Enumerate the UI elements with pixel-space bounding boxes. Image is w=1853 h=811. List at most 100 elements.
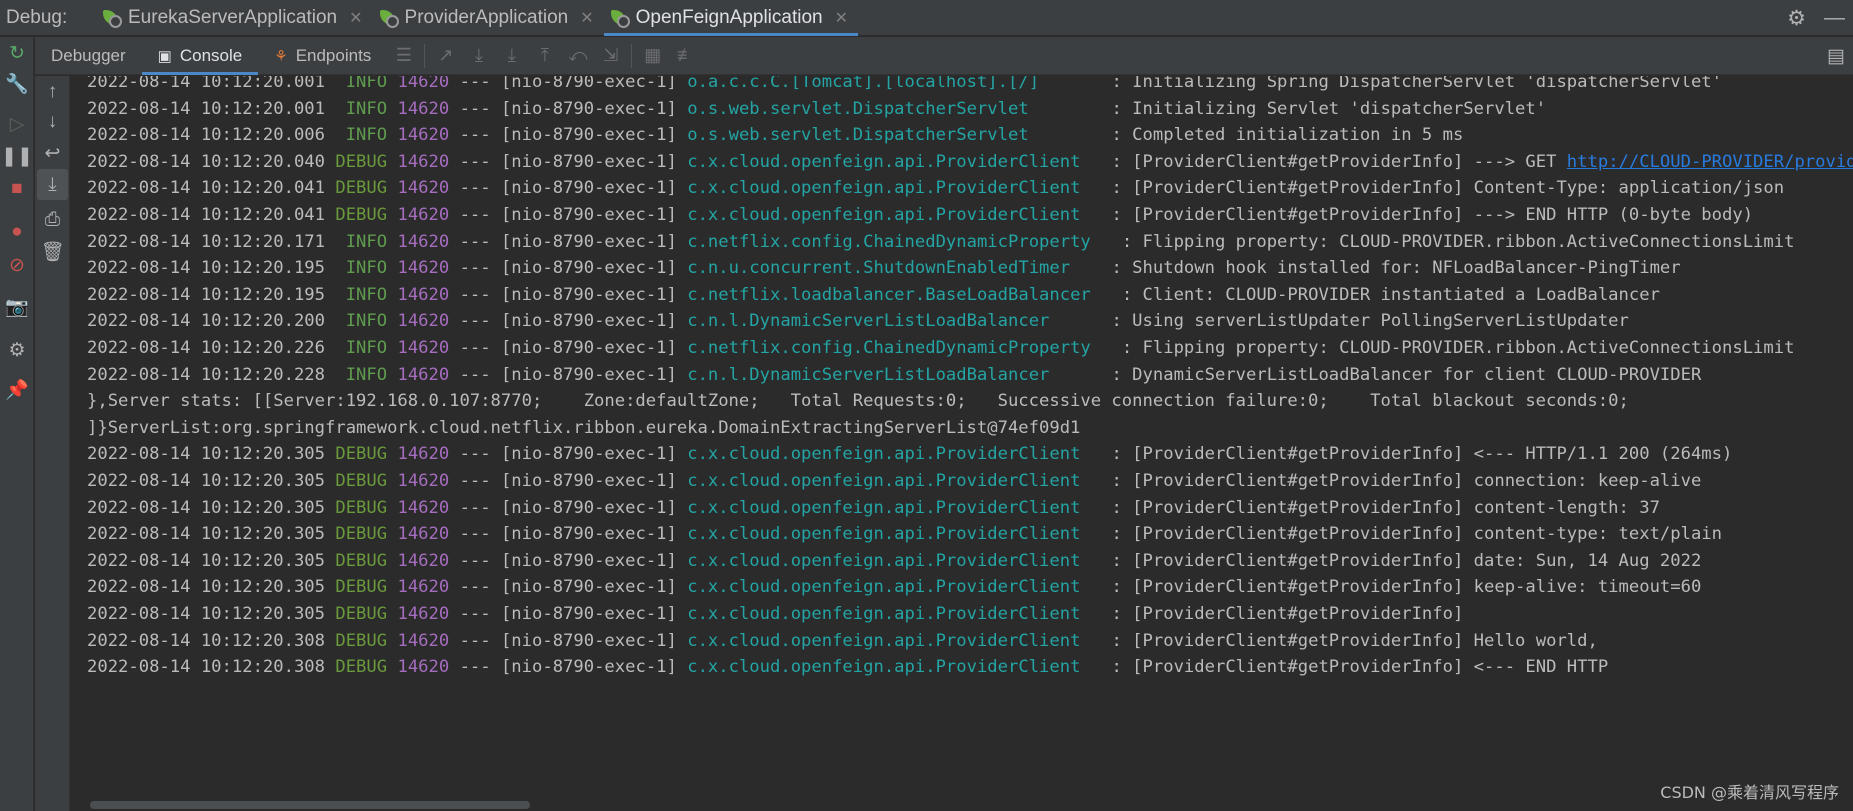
step-over-icon[interactable]: ⤓: [462, 37, 495, 75]
debug-actions-toolbar: ↻ 🔧 ▷ ❚❚ ■ ● ⊘ 📷 ⚙ 📌: [0, 37, 34, 811]
scroll-to-end-icon[interactable]: ⤓: [37, 169, 68, 200]
log-line: 2022-08-14 10:12:20.305 DEBUG 14620 --- …: [87, 468, 1701, 494]
log-pid: 14620: [397, 604, 450, 624]
log-message: : Shutdown hook installed for: NFLoadBal…: [1101, 258, 1681, 279]
log-plain-text: },Server stats: [[Server:192.168.0.107:8…: [87, 391, 1629, 412]
rerun-icon[interactable]: ↻: [0, 38, 34, 68]
log-timestamp: 2022-08-14 10:12:20.195: [87, 284, 325, 305]
log-thread: --- [nio-8790-exec-1]: [449, 444, 688, 465]
log-message: : [ProviderClient#getProviderInfo] Hello…: [1101, 630, 1598, 651]
trash-icon[interactable]: 🗑: [37, 236, 68, 267]
run-to-cursor-icon[interactable]: ⇲: [594, 37, 627, 75]
horizontal-scrollbar[interactable]: [90, 801, 530, 809]
close-icon[interactable]: ✕: [835, 8, 848, 28]
resume-icon[interactable]: ▷: [0, 109, 34, 139]
soft-wrap-icon[interactable]: ↩: [37, 138, 68, 169]
log-line: 2022-08-14 10:12:20.305 DEBUG 14620 --- …: [87, 548, 1701, 574]
restore-layout-icon[interactable]: ▤: [1827, 37, 1845, 75]
view-breakpoints-icon[interactable]: ●: [0, 217, 34, 247]
log-line: 2022-08-14 10:12:20.195 INFO 14620 --- […: [87, 282, 1660, 308]
wrench-icon[interactable]: 🔧: [0, 69, 34, 99]
log-thread: --- [nio-8790-exec-1]: [449, 98, 688, 119]
log-level: DEBUG: [335, 550, 388, 571]
log-line: 2022-08-14 10:12:20.041 DEBUG 14620 --- …: [87, 202, 1753, 228]
tab-provider-application[interactable]: ProviderApplication ✕: [373, 0, 604, 36]
log-logger: c.netflix.config.ChainedDynamicProperty: [687, 338, 1112, 358]
log-level: DEBUG: [335, 178, 388, 199]
camera-icon[interactable]: 📷: [0, 292, 34, 322]
log-level: DEBUG: [335, 471, 388, 491]
log-level: INFO: [335, 98, 388, 119]
log-line: 2022-08-14 10:12:20.308 DEBUG 14620 --- …: [87, 654, 1608, 680]
tab-openfeign-application[interactable]: OpenFeignApplication ✕: [603, 0, 859, 36]
log-pid: 14620: [397, 497, 450, 518]
debug-tool-window-header: Debug: EurekaServerApplication ✕ Provide…: [0, 0, 1853, 36]
log-logger: c.n.l.DynamicServerListLoadBalancer: [687, 364, 1102, 385]
log-link[interactable]: http://CLOUD-PROVIDER/provider/getProvid…: [1567, 152, 1853, 172]
gear-icon[interactable]: ⚙: [1787, 6, 1806, 31]
log-logger: c.x.cloud.openfeign.api.ProviderClient: [687, 524, 1102, 545]
log-logger: o.a.c.c.C.[Tomcat].[localhost].[/]: [687, 76, 1102, 92]
log-message: : [ProviderClient#getProviderInfo] <--- …: [1101, 444, 1733, 465]
log-timestamp: 2022-08-14 10:12:20.228: [87, 364, 325, 385]
log-thread: --- [nio-8790-exec-1]: [449, 311, 688, 332]
up-arrow-icon[interactable]: ↑: [37, 76, 68, 107]
log-thread: --- [nio-8790-exec-1]: [449, 231, 688, 252]
log-line: },Server stats: [[Server:192.168.0.107:8…: [87, 388, 1629, 414]
show-execution-point-icon[interactable]: ↗: [429, 37, 462, 75]
log-level: INFO: [335, 125, 388, 146]
log-pid: 14620: [397, 98, 450, 119]
console-toolbar: ↑ ↓ ↩ ⤓ ⎙ 🗑: [35, 76, 70, 811]
minimize-icon[interactable]: —: [1824, 6, 1845, 30]
log-line: 2022-08-14 10:12:20.200 INFO 14620 --- […: [87, 308, 1629, 334]
trace-icon[interactable]: ≢: [669, 37, 702, 75]
close-icon[interactable]: ✕: [349, 8, 362, 28]
pause-icon[interactable]: ❚❚: [0, 141, 34, 171]
log-pid: 14620: [397, 258, 450, 279]
spring-boot-icon: [102, 8, 122, 28]
log-timestamp: 2022-08-14 10:12:20.305: [87, 497, 325, 518]
tab-endpoints[interactable]: ⚘ Endpoints: [258, 37, 387, 75]
settings-icon[interactable]: ⚙: [0, 335, 34, 365]
down-arrow-icon[interactable]: ↓: [37, 106, 68, 137]
log-thread: --- [nio-8790-exec-1]: [449, 364, 688, 385]
spring-boot-icon: [610, 8, 630, 28]
log-timestamp: 2022-08-14 10:12:20.041: [87, 178, 325, 199]
evaluate-expression-icon[interactable]: ▦: [636, 37, 669, 75]
print-icon[interactable]: ⎙: [37, 204, 68, 235]
step-out-icon[interactable]: ⤒: [528, 37, 561, 75]
log-logger: c.n.u.concurrent.ShutdownEnabledTimer: [687, 258, 1102, 279]
log-thread: --- [nio-8790-exec-1]: [449, 550, 688, 571]
log-level: INFO: [335, 284, 388, 305]
layout-icon[interactable]: ☰: [387, 37, 420, 75]
log-pid: 14620: [397, 444, 450, 465]
log-message: : [ProviderClient#getProviderInfo] conte…: [1101, 524, 1723, 545]
stop-icon[interactable]: ■: [0, 174, 34, 204]
log-pid: 14620: [397, 205, 450, 225]
step-into-icon[interactable]: ⤓: [495, 37, 528, 75]
log-logger: c.x.cloud.openfeign.api.ProviderClient: [687, 444, 1102, 465]
log-thread: --- [nio-8790-exec-1]: [449, 205, 688, 225]
log-pid: 14620: [397, 630, 450, 651]
log-plain-text: ]}ServerList:org.springframework.cloud.n…: [87, 417, 1081, 438]
log-pid: 14620: [397, 524, 450, 545]
close-icon[interactable]: ✕: [580, 8, 593, 28]
tab-debugger[interactable]: Debugger: [35, 37, 142, 75]
mute-breakpoints-icon[interactable]: ⊘: [0, 250, 34, 280]
tab-label: EurekaServerApplication: [128, 6, 338, 28]
log-message: : [ProviderClient#getProviderInfo] ---> …: [1101, 205, 1754, 225]
console-output[interactable]: 2022-08-14 10:12:20.001 INFO 14620 --- […: [71, 76, 1853, 811]
log-logger: c.x.cloud.openfeign.api.ProviderClient: [687, 497, 1102, 518]
log-logger: c.x.cloud.openfeign.api.ProviderClient: [687, 577, 1102, 598]
log-logger: c.x.cloud.openfeign.api.ProviderClient: [687, 205, 1102, 225]
tab-console[interactable]: ▣ Console: [141, 37, 259, 75]
pin-icon[interactable]: 📌: [0, 375, 34, 405]
tab-eureka-server-application[interactable]: EurekaServerApplication ✕: [96, 0, 373, 36]
drop-frame-icon[interactable]: ⤺: [561, 37, 594, 75]
log-pid: 14620: [397, 471, 450, 491]
log-thread: --- [nio-8790-exec-1]: [449, 151, 688, 172]
log-logger: c.netflix.config.ChainedDynamicProperty: [687, 231, 1112, 252]
log-timestamp: 2022-08-14 10:12:20.305: [87, 524, 325, 545]
log-timestamp: 2022-08-14 10:12:20.305: [87, 550, 325, 571]
log-logger: o.s.web.servlet.DispatcherServlet: [687, 98, 1102, 119]
